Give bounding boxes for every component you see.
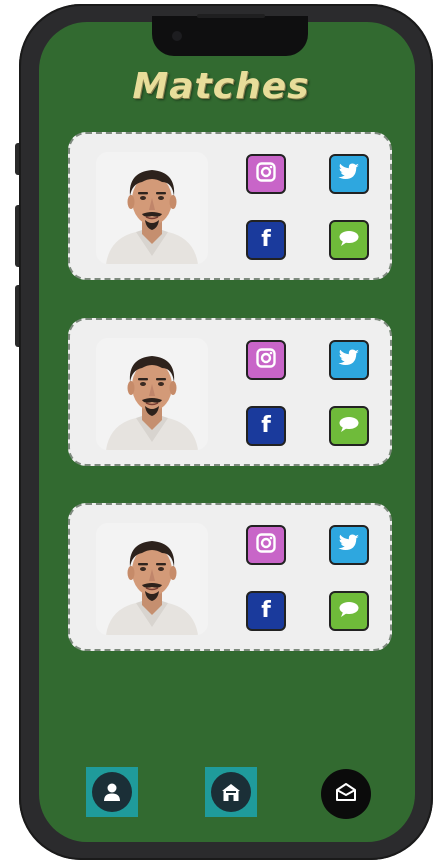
match-card[interactable]: f [68, 132, 392, 280]
instagram-button[interactable] [246, 340, 286, 380]
front-camera [172, 31, 182, 41]
facebook-button[interactable]: f [246, 591, 286, 631]
nav-profile-button[interactable] [86, 767, 138, 817]
twitter-icon [337, 161, 361, 187]
facebook-button[interactable]: f [246, 406, 286, 446]
instagram-icon [255, 347, 277, 373]
twitter-button[interactable] [329, 154, 369, 194]
message-icon [337, 228, 361, 252]
message-button[interactable] [329, 591, 369, 631]
twitter-button[interactable] [329, 340, 369, 380]
twitter-icon [337, 347, 361, 373]
nav-home-button[interactable] [205, 767, 257, 817]
profile-photo [96, 523, 208, 635]
match-card[interactable]: f [68, 503, 392, 651]
instagram-button[interactable] [246, 154, 286, 194]
match-card[interactable]: f [68, 318, 392, 466]
message-icon [337, 414, 361, 438]
facebook-icon: f [261, 413, 271, 438]
message-button[interactable] [329, 406, 369, 446]
message-button[interactable] [329, 220, 369, 260]
twitter-icon [337, 532, 361, 558]
profile-photo [96, 152, 208, 264]
page-title: Matches [132, 66, 310, 107]
facebook-button[interactable]: f [246, 220, 286, 260]
user-icon [92, 772, 132, 812]
home-icon [211, 772, 251, 812]
twitter-button[interactable] [329, 525, 369, 565]
facebook-icon: f [261, 227, 271, 252]
profile-photo [96, 338, 208, 450]
facebook-icon: f [261, 598, 271, 623]
instagram-icon [255, 532, 277, 558]
instagram-button[interactable] [246, 525, 286, 565]
message-icon [337, 599, 361, 623]
nav-inbox-button[interactable] [321, 769, 371, 819]
instagram-icon [255, 161, 277, 187]
mail-icon [334, 780, 358, 808]
speaker-grille [197, 14, 265, 18]
